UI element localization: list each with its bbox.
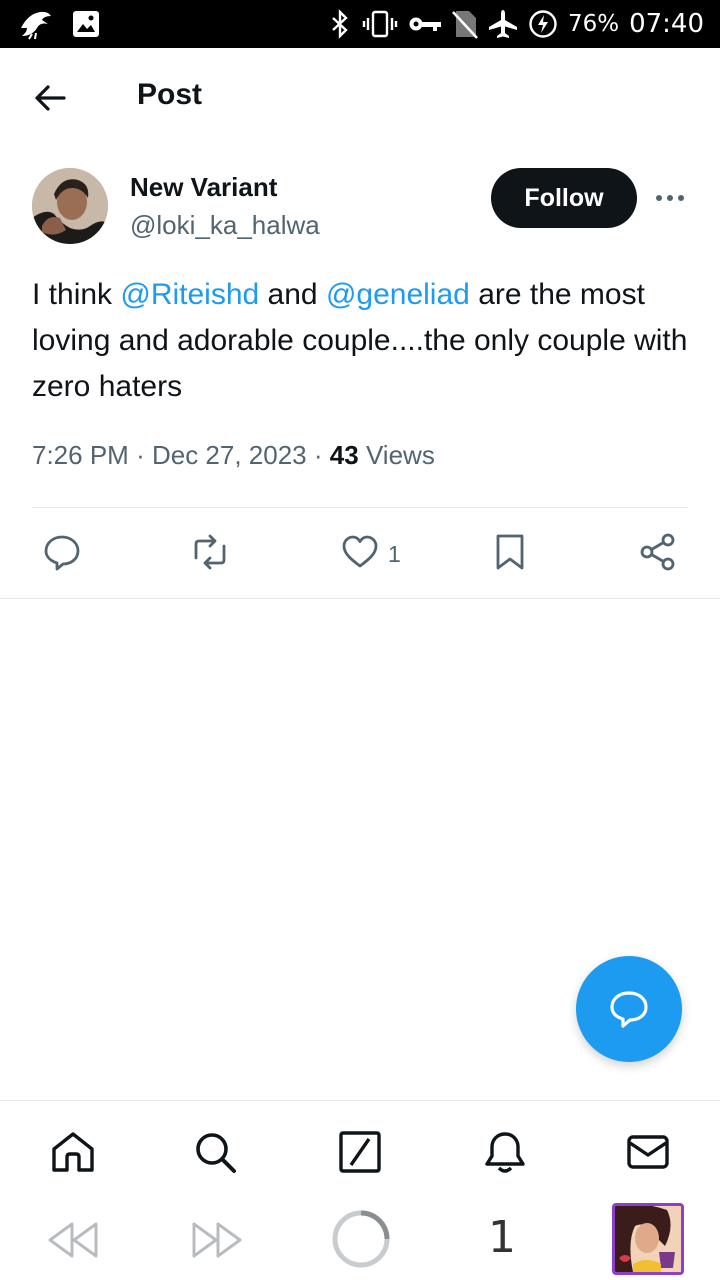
media-thumbnail[interactable] <box>612 1203 684 1275</box>
post-text: I think @Riteishd and @geneliad are the … <box>32 272 692 410</box>
like-button[interactable] <box>340 532 380 572</box>
arrow-left-icon <box>35 85 66 111</box>
top-app-bar: Post <box>0 48 720 148</box>
repost-icon <box>194 534 226 570</box>
views-count[interactable]: 43 <box>330 440 359 470</box>
fast-forward-button[interactable] <box>190 1218 244 1262</box>
fast-forward-icon <box>192 1222 242 1258</box>
nav-notifications[interactable] <box>482 1129 528 1175</box>
avatar[interactable] <box>32 168 108 244</box>
rewind-button[interactable] <box>46 1218 100 1262</box>
key-icon <box>409 17 441 31</box>
like-count[interactable]: 1 <box>388 541 401 568</box>
reply-button[interactable] <box>42 532 82 572</box>
mention-link[interactable]: @Riteishd <box>120 278 259 311</box>
notifications-icon <box>485 1132 525 1173</box>
post-date[interactable]: Dec 27, 2023 <box>152 440 307 470</box>
home-icon <box>52 1132 94 1172</box>
back-button[interactable] <box>30 78 70 118</box>
avatar-image <box>32 168 108 244</box>
share-icon <box>640 533 675 571</box>
bird-icon <box>21 11 51 40</box>
battery-saver-icon <box>529 10 557 38</box>
author-handle[interactable]: @loki_ka_halwa <box>130 210 320 241</box>
separator: · <box>313 440 323 470</box>
nav-messages[interactable] <box>625 1129 671 1175</box>
mention-link[interactable]: @geneliad <box>326 278 470 311</box>
more-options-button[interactable] <box>652 180 688 216</box>
image-icon <box>73 11 99 37</box>
post-time[interactable]: 7:26 PM <box>32 440 129 470</box>
separator: · <box>136 440 145 470</box>
clock: 07:40 <box>629 9 704 39</box>
loading-circle-icon <box>332 1210 390 1268</box>
loading-indicator <box>330 1208 392 1270</box>
post-text-segment: and <box>259 278 326 311</box>
rewind-icon <box>48 1222 98 1258</box>
compose-reply-icon <box>610 991 648 1028</box>
airplane-icon <box>488 10 517 38</box>
search-icon <box>196 1133 236 1173</box>
divider <box>0 598 720 599</box>
post-meta: 7:26 PM · Dec 27, 2023 · 43 Views <box>32 440 435 471</box>
bluetooth-icon <box>332 9 348 39</box>
tab-counter[interactable]: 1 <box>488 1212 516 1263</box>
bottom-navigation <box>0 1100 720 1200</box>
nav-search[interactable] <box>192 1129 238 1175</box>
messages-icon <box>627 1135 669 1169</box>
divider <box>32 507 688 508</box>
grok-icon <box>339 1131 381 1173</box>
follow-button[interactable]: Follow <box>491 168 637 228</box>
thumbnail-image <box>615 1206 681 1272</box>
nav-grok[interactable] <box>337 1129 383 1175</box>
repost-button[interactable] <box>190 532 230 572</box>
status-bar: 76% 07:40 <box>0 0 720 48</box>
share-button[interactable] <box>638 532 678 572</box>
battery-percent: 76% <box>567 11 620 37</box>
vibrate-icon <box>362 10 398 38</box>
bookmark-button[interactable] <box>490 532 530 572</box>
author-name[interactable]: New Variant <box>130 172 277 203</box>
page-title: Post <box>137 78 203 111</box>
post-text-segment: I think <box>32 278 121 311</box>
bookmark-icon <box>496 534 524 570</box>
heart-icon <box>342 535 378 568</box>
reply-fab-button[interactable] <box>576 956 682 1062</box>
more-dots-icon <box>656 195 684 201</box>
reply-icon <box>44 535 80 571</box>
nav-home[interactable] <box>50 1129 96 1175</box>
no-sim-icon <box>451 11 478 39</box>
views-label[interactable]: Views <box>366 440 435 470</box>
